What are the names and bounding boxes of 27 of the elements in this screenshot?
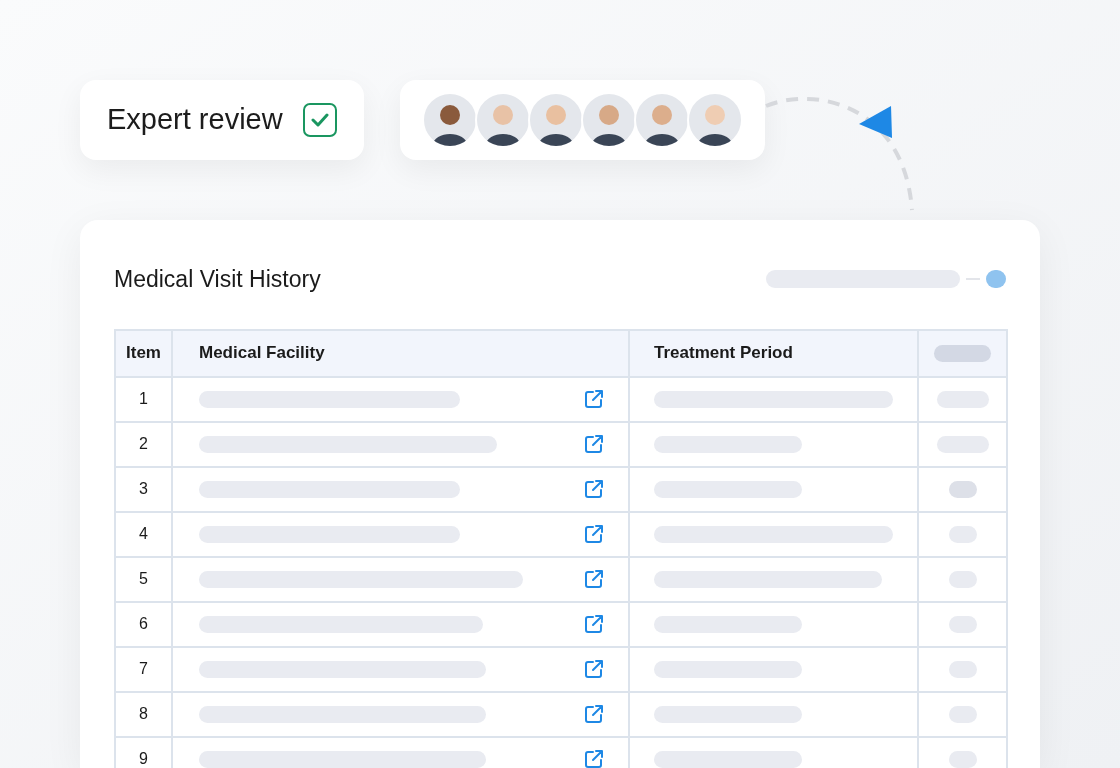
skeleton-bar [948, 481, 977, 499]
column-header: Medical Facility [172, 329, 629, 377]
external-link-icon[interactable] [584, 569, 604, 589]
card-title: Medical Visit History [114, 265, 321, 294]
external-link-icon[interactable] [584, 524, 604, 544]
external-link-icon[interactable] [584, 479, 604, 499]
external-link-icon[interactable] [584, 614, 604, 634]
item-number: 4 [139, 525, 148, 542]
external-link-icon[interactable] [584, 434, 604, 454]
item-number: 5 [139, 570, 148, 587]
skeleton-bar [934, 345, 991, 363]
check-icon [310, 113, 329, 127]
item-number: 1 [139, 390, 148, 407]
item-number: 7 [139, 660, 148, 677]
external-link-icon[interactable] [584, 659, 604, 679]
review-label: Expert review [107, 102, 283, 138]
external-link-icon[interactable] [584, 749, 604, 768]
item-number: 9 [139, 750, 148, 767]
column-header: Treatment Period [629, 329, 918, 377]
external-link-icon[interactable] [584, 389, 604, 409]
item-number: 3 [139, 480, 148, 497]
item-number: 2 [139, 435, 148, 452]
item-number: 6 [139, 615, 148, 632]
column-header: Item [115, 329, 172, 377]
checkbox[interactable] [302, 103, 337, 137]
item-number: 8 [139, 705, 148, 722]
external-link-icon[interactable] [584, 704, 604, 724]
